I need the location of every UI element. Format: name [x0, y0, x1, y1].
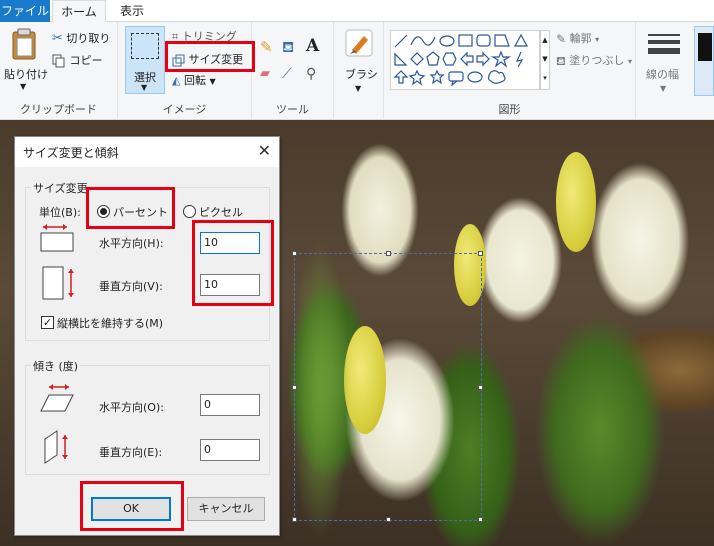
skew-vertical-field[interactable]: 0	[200, 439, 260, 461]
paste-label: 貼り付け	[4, 68, 48, 81]
line-width-icon-mid	[648, 40, 680, 44]
resize-handle[interactable]	[478, 251, 483, 256]
copy-button[interactable]: コピー	[52, 52, 103, 70]
color-picker-icon[interactable]: ⟋	[282, 66, 300, 84]
brushes-button[interactable]: ブラシ ▼	[340, 28, 378, 104]
brush-icon	[345, 29, 373, 57]
clipboard-group: 貼り付け ▼ ✂ 切り取り コピー クリップボード	[0, 22, 118, 120]
magnifier-icon[interactable]: ⚲	[306, 66, 324, 84]
fill-bucket-icon[interactable]: ⛾	[282, 38, 300, 56]
skew-vertical-label: 垂直方向(E):	[99, 446, 163, 459]
resize-handle[interactable]	[292, 385, 297, 390]
ribbon-tab-bar: ファイル ホーム 表示	[0, 0, 714, 23]
resize-handle[interactable]	[292, 251, 297, 256]
pencil-icon[interactable]: ✎	[260, 38, 278, 56]
highlight-ok-button	[80, 481, 184, 531]
horizontal-resize-icon	[40, 224, 74, 252]
resize-handle[interactable]	[478, 517, 483, 522]
chevron-down-icon: ▼	[355, 84, 362, 93]
horizontal-skew-icon	[40, 384, 74, 412]
unit-label: 単位(B):	[39, 206, 81, 219]
eraser-icon[interactable]: ▰	[260, 66, 278, 84]
brushes-group: ブラシ ▼	[334, 22, 384, 120]
tab-home[interactable]: ホーム	[52, 0, 106, 23]
highlight-percent	[86, 187, 175, 229]
horizontal-label: 水平方向(H):	[99, 237, 164, 250]
dialog-title: サイズ変更と傾斜	[23, 146, 119, 160]
select-button[interactable]: 選択 ▼	[125, 26, 165, 94]
aspect-ratio-checkbox[interactable]: ✓	[41, 316, 54, 329]
ribbon: 貼り付け ▼ ✂ 切り取り コピー クリップボード 選択 ▼ ⌗ トリミング サ…	[0, 22, 714, 120]
close-icon[interactable]: ✕	[258, 143, 271, 159]
outline-icon: ✎	[556, 32, 567, 46]
chevron-down-icon: ▼	[209, 77, 216, 86]
shapes-group-label: 図形	[498, 103, 521, 116]
skew-horizontal-field[interactable]: 0	[200, 394, 260, 416]
shape-gallery[interactable]	[390, 30, 540, 90]
color1-button[interactable]	[694, 26, 714, 96]
size-button[interactable]: 線の幅 ▼	[644, 28, 688, 104]
resize-handle[interactable]	[386, 517, 391, 522]
highlight-resize-button	[165, 41, 255, 72]
rotate-icon: ◭	[172, 74, 181, 87]
shapes-group: ▲ ▼ ▾ ✎ 輪郭 ▾ ⛾ 塗りつぶし ▾ 図形	[384, 22, 636, 120]
chevron-down-icon: ▾	[627, 57, 632, 66]
fill-label: 塗りつぶし	[569, 54, 625, 67]
selection-rectangle[interactable]	[292, 251, 483, 522]
select-icon	[131, 33, 159, 59]
brushes-label: ブラシ	[345, 68, 378, 81]
tools-group-label: ツール	[276, 103, 309, 116]
fill-icon: ⛾	[556, 54, 566, 68]
clipboard-icon	[12, 28, 36, 60]
chevron-down-icon: ▼	[660, 84, 667, 93]
shapes-gallery-icons	[393, 33, 529, 87]
resize-handle[interactable]	[478, 385, 483, 390]
size-group: 線の幅 ▼	[636, 22, 694, 120]
line-width-icon	[648, 34, 680, 36]
color1-swatch	[698, 33, 712, 61]
resize-handle[interactable]	[292, 517, 297, 522]
resize-group-label: サイズ変更	[31, 180, 90, 196]
paste-button[interactable]: 貼り付け ▼	[4, 28, 48, 91]
dialog-titlebar: サイズ変更と傾斜 ✕	[15, 137, 279, 167]
shape-gallery-scroll[interactable]: ▲ ▼ ▾	[540, 30, 550, 90]
vertical-skew-icon	[44, 430, 68, 464]
outline-label: 輪郭	[569, 32, 592, 45]
copy-label: コピー	[69, 54, 103, 67]
vertical-resize-icon	[42, 266, 74, 300]
cut-button[interactable]: ✂ 切り取り	[52, 30, 110, 48]
cut-label: 切り取り	[66, 32, 111, 45]
chevron-down-icon: ▼	[20, 82, 27, 91]
rotate-label: 回転	[183, 74, 206, 87]
text-tool-icon[interactable]: A	[306, 36, 324, 56]
tools-group: ✎ ⛾ A ▰ ⟋ ⚲ ツール	[252, 22, 334, 120]
fill-button[interactable]: ⛾ 塗りつぶし ▾	[556, 52, 632, 70]
skew-horizontal-label: 水平方向(O):	[99, 401, 164, 414]
size-label: 線の幅	[646, 68, 679, 81]
line-width-icon-thick	[648, 48, 680, 54]
pixel-label[interactable]: ピクセル	[199, 204, 243, 220]
cancel-button[interactable]: キャンセル	[187, 497, 265, 521]
tab-view[interactable]: 表示	[110, 0, 154, 22]
highlight-size-fields	[192, 220, 274, 306]
tab-file[interactable]: ファイル	[0, 0, 50, 22]
outline-button[interactable]: ✎ 輪郭 ▾	[556, 30, 599, 48]
spadix-shape	[556, 152, 596, 252]
copy-icon	[52, 54, 65, 68]
vertical-label: 垂直方向(V):	[99, 280, 163, 293]
rotate-button[interactable]: ◭ 回転 ▼	[172, 72, 216, 90]
chevron-down-icon: ▾	[595, 35, 600, 44]
clipboard-group-label: クリップボード	[20, 103, 97, 116]
chevron-down-icon: ▼	[141, 83, 148, 92]
scissors-icon: ✂	[52, 31, 63, 46]
image-group-label: イメージ	[162, 103, 207, 116]
resize-handle[interactable]	[386, 251, 391, 256]
skew-group-label: 傾き (度)	[31, 358, 81, 374]
aspect-ratio-label[interactable]: 縦横比を維持する(M)	[57, 315, 163, 331]
pixel-radio[interactable]	[183, 205, 196, 218]
